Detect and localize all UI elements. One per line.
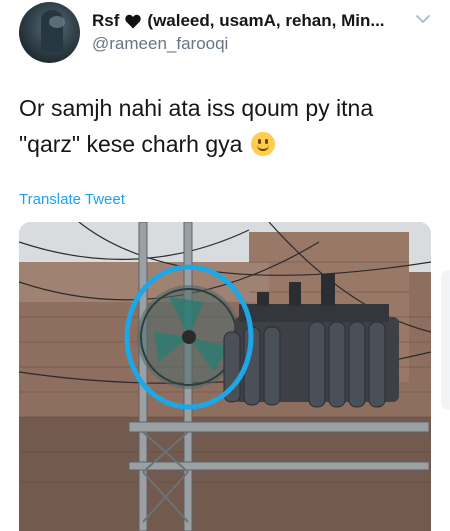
tweet-author-line[interactable]: Rsf (waleed, usamA, rehan, Min... bbox=[92, 10, 412, 32]
display-name: Rsf bbox=[92, 11, 120, 30]
avatar[interactable] bbox=[19, 2, 80, 63]
translate-tweet-link[interactable]: Translate Tweet bbox=[19, 191, 125, 208]
user-handle[interactable]: @rameen_farooqi bbox=[92, 34, 228, 54]
chevron-down-icon[interactable] bbox=[414, 10, 432, 28]
tweet-text: Or samjh nahi ata iss qoum py itna "qarz… bbox=[19, 95, 374, 157]
tweet-photo[interactable] bbox=[19, 222, 431, 531]
slightly-smiling-face-emoji bbox=[250, 132, 275, 156]
side-scroll-tab[interactable] bbox=[441, 270, 450, 410]
tweet-text-container: Or samjh nahi ata iss qoum py itna "qarz… bbox=[19, 90, 434, 162]
display-name-suffix: (waleed, usamA, rehan, Min... bbox=[147, 11, 385, 30]
black-heart-icon bbox=[125, 14, 142, 29]
avatar-highlight bbox=[49, 16, 65, 28]
